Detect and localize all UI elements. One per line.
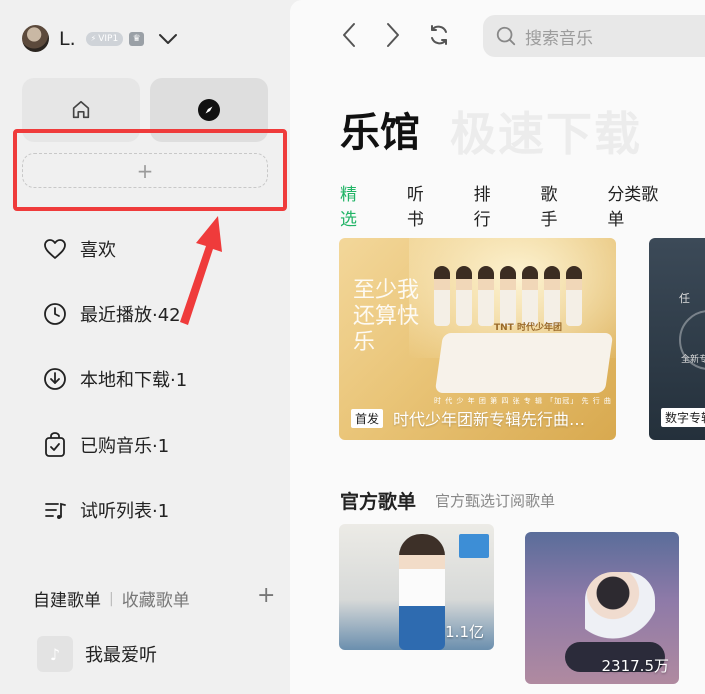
playlist-item[interactable]: ♪ 我最爱听	[37, 636, 157, 672]
banner-artist	[456, 266, 472, 326]
main-content: 搜索音乐 极速下载 乐馆 精选 听书 排行 歌手 分类歌单 至少我还算快乐 TN…	[290, 0, 705, 694]
user-name[interactable]: L.	[59, 28, 76, 50]
compass-icon	[198, 99, 220, 121]
sidebar-item-recent[interactable]: 最近播放·42	[42, 301, 181, 327]
section-title[interactable]: 官方歌单	[340, 487, 416, 514]
banner-subtitle: 时 代 少 年 团 第 四 张 专 辑 「加冠」 先 行 曲	[434, 397, 612, 405]
banner-bed	[434, 333, 614, 393]
playlist-icon	[42, 497, 68, 523]
playlist-card[interactable]: 1.1亿	[339, 524, 494, 650]
banner-text: 全新专	[681, 355, 705, 365]
sidebar-item-liked[interactable]: 喜欢	[42, 236, 116, 262]
playlist-item-label: 我最爱听	[85, 645, 157, 666]
banner-artists	[434, 266, 582, 326]
banner-text: 任	[679, 292, 690, 305]
add-playlist-button[interactable]: +	[257, 583, 275, 608]
playlist-cover: ♪	[37, 636, 73, 672]
chevron-down-icon[interactable]	[158, 32, 178, 46]
music-note-icon: ♪	[49, 644, 61, 664]
banner-badge: 数字专辑	[661, 408, 705, 427]
annotation-highlight-box	[13, 129, 287, 211]
banner-logo: TNT 时代少年团	[494, 323, 562, 333]
card-artist	[585, 572, 655, 642]
tab-charts[interactable]: 排行	[474, 180, 505, 230]
sidebar-item-label: 试听列表·1	[80, 501, 170, 522]
chevron-left-icon	[343, 23, 355, 47]
banner-caption: 时代少年团新专辑先行曲…	[393, 410, 586, 429]
category-tabs: 精选 听书 排行 歌手 分类歌单	[340, 180, 705, 243]
chevron-right-icon	[387, 23, 399, 47]
sidebar-item-trial-list[interactable]: 试听列表·1	[42, 497, 169, 523]
banner-artist	[500, 266, 516, 326]
banner-badge: 首发	[351, 409, 384, 428]
sidebar-item-label: 喜欢	[80, 240, 116, 261]
search-input[interactable]: 搜索音乐	[483, 15, 705, 57]
vip-badge[interactable]: ⚡ VIP1	[85, 31, 124, 46]
purchased-bag-icon	[42, 432, 68, 458]
ghost-title: 极速下载	[450, 107, 642, 161]
refresh-button[interactable]	[424, 20, 454, 50]
page-title: 乐馆	[340, 110, 420, 156]
avatar[interactable]	[22, 25, 49, 52]
playlist-card[interactable]: 2317.5万	[525, 532, 679, 684]
tab-collected-playlists[interactable]: 收藏歌单	[122, 586, 190, 611]
play-count: 1.1亿	[445, 623, 484, 641]
tab-artists[interactable]: 歌手	[540, 180, 571, 230]
forward-button[interactable]	[378, 20, 408, 50]
heart-icon	[42, 236, 68, 262]
banner-script-title: 至少我还算快乐	[353, 278, 420, 355]
tab-playlist-categories[interactable]: 分类歌单	[607, 180, 669, 230]
vip-label: VIP1	[98, 33, 119, 44]
tab-audiobooks[interactable]: 听书	[407, 180, 438, 230]
featured-banner[interactable]: 至少我还算快乐 TNT 时代少年团 时 代 少 年 团 第 四 张 专 辑 「加…	[339, 238, 616, 440]
sidebar-item-label: 本地和下载·1	[80, 370, 188, 391]
banner-artist	[522, 266, 538, 326]
banner-artist	[478, 266, 494, 326]
refresh-icon	[431, 25, 447, 45]
tab-featured[interactable]: 精选	[340, 180, 371, 243]
card-sign	[459, 534, 489, 558]
search-placeholder: 搜索音乐	[525, 28, 593, 49]
card-artist	[399, 534, 445, 650]
clock-icon	[42, 301, 68, 327]
sidebar: L. ⚡ VIP1 ♛ + 喜欢 最近播放·42 本地和下载·1 已购音乐·1 …	[0, 0, 290, 694]
sidebar-item-label: 已购音乐·1	[80, 436, 170, 457]
download-icon	[42, 366, 68, 392]
crown-icon[interactable]: ♛	[129, 31, 145, 46]
section-subtitle: 官方甄选订阅歌单	[435, 492, 556, 510]
tab-divider: |	[109, 590, 114, 607]
featured-banner[interactable]: 任 全新专 数字专辑	[649, 238, 705, 440]
banner-artist	[566, 266, 582, 326]
playlist-tabs: 自建歌单 | 收藏歌单	[33, 586, 273, 612]
banner-artist	[434, 266, 450, 326]
search-icon	[496, 26, 516, 46]
home-icon	[72, 100, 90, 119]
sidebar-item-purchased[interactable]: 已购音乐·1	[42, 432, 169, 458]
play-count: 2317.5万	[601, 657, 670, 675]
sidebar-item-local-download[interactable]: 本地和下载·1	[42, 366, 187, 392]
user-profile[interactable]: L. ⚡ VIP1 ♛	[22, 25, 178, 52]
back-button[interactable]	[334, 20, 364, 50]
tab-created-playlists[interactable]: 自建歌单	[33, 586, 101, 611]
banner-artist	[544, 266, 560, 326]
sidebar-item-label: 最近播放·42	[80, 305, 181, 326]
